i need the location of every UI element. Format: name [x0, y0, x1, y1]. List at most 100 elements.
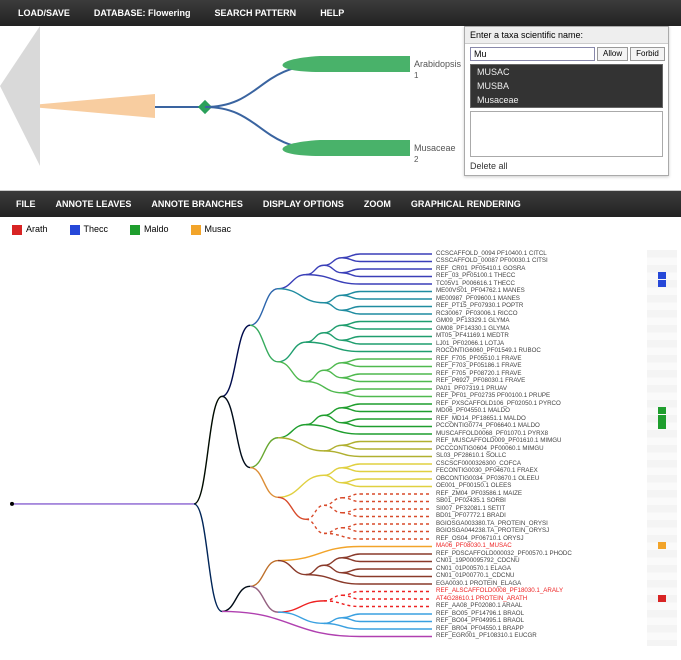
- tree-leaf-label: REF_ZM04_PF03586.1 MAIZE: [436, 490, 606, 498]
- delete-all-link[interactable]: Delete all: [465, 157, 668, 175]
- tree-leaf-label: TC05V1_P006616.1 THECC: [436, 280, 606, 288]
- tree-labels: CCSCAFFOLD_0094 PF10400.1 CITCLCSSCAFFOL…: [436, 250, 606, 640]
- tree-leaf-label: REF_P6927_PF08030.1 FRAVE: [436, 377, 606, 385]
- tree-leaf-label: OBCONTIG0034_PF03670.1 OLEEU: [436, 475, 606, 483]
- tree-leaf-label: REF_03_PF05100.1 THECC: [436, 272, 606, 280]
- legend: Arath Thecc Maldo Musac: [0, 217, 681, 242]
- pattern-leaf1: Arabidopsis: [414, 59, 461, 69]
- tree-leaf-label: ROCONTIG6060_PF01549.1 RUBOC: [436, 347, 606, 355]
- pattern-leaf1-num: 1: [414, 71, 418, 80]
- marker-square: [658, 407, 666, 414]
- tree-leaf-label: SB01_PF02435.1 SORBI: [436, 497, 606, 505]
- menu-search-pattern[interactable]: SEARCH PATTERN: [205, 4, 307, 22]
- tree-leaf-label: BGIOSGA003380.TA_PROTEIN_ORYSI: [436, 520, 606, 528]
- tree-leaf-label: BGIOSGA044238.TA_PROTEIN_ORYSJ: [436, 527, 606, 535]
- tree-leaf-label: REF_F705_PF08720.1 FRAVE: [436, 370, 606, 378]
- tree-leaf-label: FECONTIG0030_PF04670.1 FRAEX: [436, 467, 606, 475]
- tree-leaf-label: CSSCAFFOLD_00087 PF00030.1 CITSI: [436, 257, 606, 265]
- menu-database[interactable]: DATABASE: Flowering: [84, 4, 201, 22]
- tree-leaf-label: REF_OS04_PF06710.1 ORYSJ: [436, 535, 606, 543]
- legend-item-maldo: Maldo: [130, 224, 169, 235]
- square-icon: [191, 225, 201, 235]
- tree-leaf-label: REF_CR01_PF05410.1 GOSRA: [436, 265, 606, 273]
- marker-square: [658, 542, 666, 549]
- marker-square: [658, 272, 666, 279]
- tree-leaf-label: CCSCAFFOLD_0094 PF10400.1 CITCL: [436, 250, 606, 258]
- tree-leaf-label: PCCCONTIG0604_PF00060.1 MIMGU: [436, 445, 606, 453]
- menu-file[interactable]: FILE: [8, 195, 44, 213]
- tree-leaf-label: ME00987_PF09600.1 MANES: [436, 295, 606, 303]
- legend-item-arath: Arath: [12, 224, 48, 235]
- tree-leaf-label: REF_EGR001_PF108310.1 EUCGR: [436, 632, 606, 640]
- tree-leaf-label: GM08_PF14330.1 GLYMA: [436, 325, 606, 333]
- square-icon: [70, 225, 80, 235]
- tree-leaf-label: REF_F705_PF05510.1 FRAVE: [436, 355, 606, 363]
- tree-leaf-label: GM09_PF13329.1 GLYMA: [436, 317, 606, 325]
- menu-loadsave[interactable]: LOAD/SAVE: [8, 4, 80, 22]
- allow-button[interactable]: Allow: [597, 47, 628, 61]
- tree-leaf-label: REF_PF01_PF02735 PF00100.1 PRUPE: [436, 392, 606, 400]
- menu-zoom[interactable]: ZOOM: [356, 195, 399, 213]
- menu-display-options[interactable]: DISPLAY OPTIONS: [255, 195, 352, 213]
- tree-leaf-label: REF_BR04_PF04550.1 BRAPP: [436, 625, 606, 633]
- tree-leaf-label: MD06_PF04550.1 MALDO: [436, 407, 606, 415]
- tree-leaf-label: BD01_PF07772.1 BRADI: [436, 512, 606, 520]
- pattern-leaf2: Musaceae: [414, 143, 456, 153]
- tree-leaf-label: REF_BO05_PF14796.1 BRAOL: [436, 610, 606, 618]
- square-icon: [130, 225, 140, 235]
- marker-square: [658, 595, 666, 602]
- tree-leaf-label: REF_AA08_PF02080.1 ARAAL: [436, 602, 606, 610]
- tree-leaf-label: PCCONTIG0774_PF06640.1 MALDO: [436, 422, 606, 430]
- tree-leaf-label: REF_F703_PF05186.1 FRAVE: [436, 362, 606, 370]
- taxa-panel-header: Enter a taxa scientific name:: [465, 27, 668, 44]
- tree-leaf-label: REF_MUSCAFFOLD009_PF01610.1 MIMGU: [436, 437, 606, 445]
- tree-leaf-label: REF_MD14_PF18651.1 MALDO: [436, 415, 606, 423]
- tree-leaf-label: SL03_PF28610.1 SOLLC: [436, 452, 606, 460]
- tree-leaf-label: PA01_PF07319.1 PRUAV: [436, 385, 606, 393]
- top-menubar: LOAD/SAVE DATABASE: Flowering SEARCH PAT…: [0, 0, 681, 26]
- tree-leaf-label: REF_PT15_PF07930.1 POPTR: [436, 302, 606, 310]
- marker-grid: [647, 250, 677, 646]
- tree-leaf-label: RC30067_PF03006.1 RICCO: [436, 310, 606, 318]
- menu-graphical-rendering[interactable]: GRAPHICAL RENDERING: [403, 195, 529, 213]
- tree-leaf-label: CN01_01P00770.1_CDCNU: [436, 572, 606, 580]
- tree-leaf-label: MA06_PF08030.1_MUSAC: [436, 542, 606, 550]
- tree-leaf-label: MUSCAFFOLD0068_PF01070.1 PYRX8: [436, 430, 606, 438]
- phylo-tree: CCSCAFFOLD_0094 PF10400.1 CITCLCSSCAFFOL…: [0, 242, 681, 650]
- tree-leaf-label: AT4G28610.1 PROTEIN_ARATH: [436, 595, 606, 603]
- taxa-suggest-item[interactable]: MUSAC: [471, 65, 662, 79]
- marker-square: [658, 415, 666, 422]
- taxa-suggest-item[interactable]: MUSBA: [471, 79, 662, 93]
- taxa-input[interactable]: [470, 47, 595, 61]
- pattern-leaf2-num: 2: [414, 155, 418, 164]
- tree-leaf-label: CN01_19P00095792_CDCNU: [436, 557, 606, 565]
- legend-item-musac: Musac: [191, 224, 232, 235]
- forbid-button[interactable]: Forbid: [630, 47, 665, 61]
- marker-square: [658, 280, 666, 287]
- tree-leaf-label: SI007_PF32081.1 SETIT: [436, 505, 606, 513]
- marker-square: [658, 422, 666, 429]
- tree-leaf-label: REF_PXSCAFFOLD106_PF02050.1 PYRCO: [436, 400, 606, 408]
- taxa-listbox[interactable]: [470, 111, 663, 157]
- tree-leaf-label: ME00VS01_PF04762.1 MANES: [436, 287, 606, 295]
- tree-leaf-label: CSCSCF0000326300_COFCA: [436, 460, 606, 468]
- square-icon: [12, 225, 22, 235]
- pattern-svg: [0, 26, 430, 191]
- tree-leaf-label: LJ01_PF02066.1 LOTJA: [436, 340, 606, 348]
- tree-leaf-label: REF_BO04_PF04995.1 BRAOL: [436, 617, 606, 625]
- pattern-zone: Arabidopsis 1 Musaceae 2 Enter a taxa sc…: [0, 26, 681, 191]
- tree-leaf-label: CN01_01P00570.1 ELAGA: [436, 565, 606, 573]
- tree-leaf-label: EGA0030.1 PROTEIN_ELAGA: [436, 580, 606, 588]
- tree-leaf-label: OE001_PF00150.1 OLEES: [436, 482, 606, 490]
- taxa-panel: Enter a taxa scientific name: Allow Forb…: [464, 26, 669, 176]
- menu-help[interactable]: HELP: [310, 4, 354, 22]
- menu-annote-leaves[interactable]: ANNOTE LEAVES: [48, 195, 140, 213]
- tree-menubar: FILE ANNOTE LEAVES ANNOTE BRANCHES DISPL…: [0, 191, 681, 217]
- tree-leaf-label: MT05_PF41169.1 MEDTR: [436, 332, 606, 340]
- tree-leaf-label: REF_PDSCAFFOLD000032_PF00570.1 PHODC: [436, 550, 606, 558]
- legend-item-thecc: Thecc: [70, 224, 109, 235]
- tree-leaf-label: REF_ALSCAFFOLD0008_PF18030.1_ARALY: [436, 587, 606, 595]
- menu-annote-branches[interactable]: ANNOTE BRANCHES: [143, 195, 251, 213]
- taxa-suggest-list: MUSAC MUSBA Musaceae: [470, 64, 663, 108]
- taxa-suggest-item[interactable]: Musaceae: [471, 93, 662, 107]
